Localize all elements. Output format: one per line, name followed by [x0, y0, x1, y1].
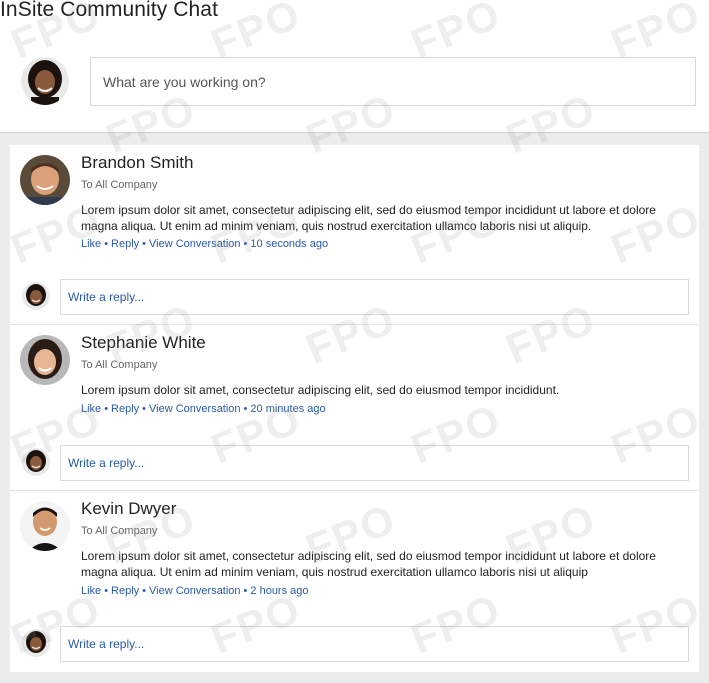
post-actions: Like • Reply • View Conversation • 2 hours ago — [81, 585, 309, 597]
reply-row — [10, 279, 699, 315]
post-audience: To All Company — [81, 179, 158, 191]
author-avatar-image — [20, 335, 70, 385]
reply-row — [10, 626, 699, 662]
dot-separator: • — [142, 238, 147, 250]
reply-link[interactable]: Reply — [111, 238, 139, 250]
post-author[interactable]: Brandon Smith — [81, 153, 193, 173]
post-body: Lorem ipsum dolor sit amet, consectetur … — [81, 203, 656, 233]
view-conversation-link[interactable]: View Conversation — [149, 238, 241, 250]
author-avatar[interactable] — [20, 501, 70, 551]
reply-row — [10, 445, 699, 481]
post-audience: To All Company — [81, 525, 158, 537]
post-body: Lorem ipsum dolor sit amet, consectetur … — [81, 383, 560, 397]
dot-separator: • — [243, 403, 248, 415]
dot-separator: • — [104, 403, 109, 415]
post-actions: Like • Reply • View Conversation • 20 minutes … — [81, 403, 326, 415]
post-author[interactable]: Stephanie White — [81, 333, 206, 353]
reply-avatar-image — [22, 282, 50, 310]
dot-separator: • — [243, 238, 248, 250]
view-conversation-link[interactable]: View Conversation — [149, 585, 241, 597]
dot-separator: • — [142, 585, 147, 597]
reply-avatar — [22, 448, 50, 476]
reply-link[interactable]: Reply — [111, 403, 139, 415]
dot-separator: • — [104, 585, 109, 597]
post-card: Brandon Smith To All Company Lorem ipsum… — [10, 145, 699, 325]
post-author[interactable]: Kevin Dwyer — [81, 499, 176, 519]
author-avatar-image — [20, 155, 70, 205]
reply-avatar-image — [22, 629, 50, 657]
reply-input[interactable] — [60, 445, 689, 481]
reply-input[interactable] — [60, 626, 689, 662]
post-timestamp[interactable]: 10 seconds ago — [250, 238, 328, 250]
post-card: Stephanie White To All Company Lorem ips… — [10, 325, 699, 491]
dot-separator: • — [104, 238, 109, 250]
dot-separator: • — [243, 585, 248, 597]
reply-avatar — [22, 282, 50, 310]
reply-avatar — [22, 629, 50, 657]
post-body: Lorem ipsum dolor sit amet, consectetur … — [81, 549, 656, 579]
post-card: Kevin Dwyer To All Company Lorem ipsum d… — [10, 491, 699, 672]
current-user-avatar[interactable] — [21, 57, 69, 105]
reply-input[interactable] — [60, 279, 689, 315]
author-avatar[interactable] — [20, 335, 70, 385]
user-avatar-image — [21, 57, 69, 105]
view-conversation-link[interactable]: View Conversation — [149, 403, 241, 415]
reply-avatar-image — [22, 448, 50, 476]
post-timestamp[interactable]: 20 minutes ago — [250, 403, 325, 415]
author-avatar-image — [20, 501, 70, 551]
like-link[interactable]: Like — [81, 238, 101, 250]
like-link[interactable]: Like — [81, 585, 101, 597]
post-timestamp[interactable]: 2 hours ago — [250, 585, 308, 597]
composer — [0, 0, 709, 132]
author-avatar[interactable] — [20, 155, 70, 205]
status-input[interactable] — [90, 57, 696, 106]
feed: Brandon Smith To All Company Lorem ipsum… — [0, 132, 709, 683]
post-actions: Like • Reply • View Conversation • 10 seconds … — [81, 238, 328, 250]
like-link[interactable]: Like — [81, 403, 101, 415]
dot-separator: • — [142, 403, 147, 415]
reply-link[interactable]: Reply — [111, 585, 139, 597]
post-audience: To All Company — [81, 359, 158, 371]
